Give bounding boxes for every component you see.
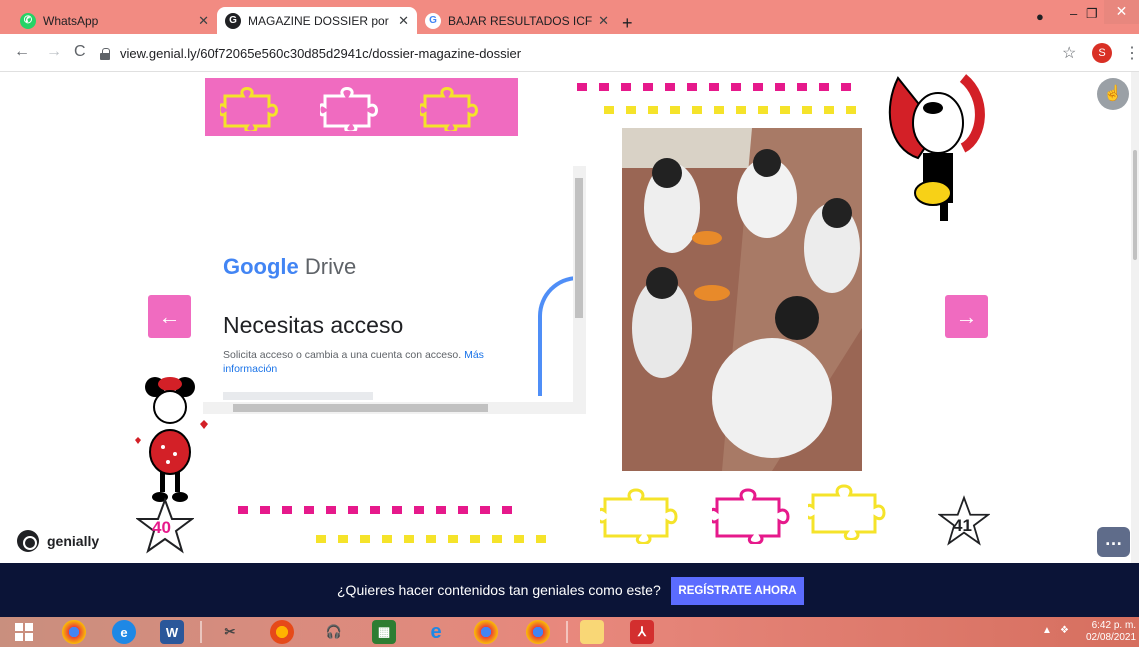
tab-magazine-dossier[interactable]: G MAGAZINE DOSSIER por sandra ✕ — [217, 7, 417, 34]
goofy-illustration — [888, 74, 985, 221]
windows-start-icon[interactable] — [12, 620, 36, 644]
genially-icon: G — [225, 12, 241, 29]
puzzle-piece-icon — [712, 488, 790, 544]
address-bar[interactable]: view.genial.ly/60f72065e560c30d85d2941c/… — [100, 39, 1080, 67]
windows-taskbar: e W ✂ 🎧 ▦ e ⅄ ▲ ❖ 6:42 p. m. 02/08/2021 — [0, 617, 1139, 647]
acrobat-icon[interactable]: ⅄ — [630, 620, 654, 644]
page-scroll-thumb[interactable] — [1133, 150, 1137, 260]
genially-logo-text: genially — [47, 533, 100, 549]
tab-strip: ✆ WhatsApp ✕ G MAGAZINE DOSSIER por sand… — [0, 0, 1139, 34]
bookmark-star-icon[interactable]: ☆ — [1062, 43, 1076, 63]
profile-avatar[interactable]: S — [1092, 43, 1112, 63]
internet-explorer-icon[interactable]: e — [112, 620, 136, 644]
genially-logo-icon — [17, 530, 39, 552]
page-scrollbar[interactable] — [1131, 72, 1139, 563]
pink-dotted-line — [577, 83, 851, 91]
access-heading: Necesitas acceso — [223, 312, 404, 338]
embed-scroll-thumb[interactable] — [575, 178, 583, 318]
browser-toolbar: ← → C view.genial.ly/60f72065e560c30d85d… — [0, 34, 1139, 72]
puzzle-piece-icon — [600, 488, 678, 544]
register-button[interactable]: REGÍSTRATE AHORA — [671, 577, 804, 605]
tab-title: BAJAR RESULTADOS ICFES - Bus — [448, 13, 593, 28]
file-explorer-icon[interactable] — [580, 620, 604, 644]
window-close-button[interactable]: ✕ — [1104, 0, 1139, 24]
drive-logo-text: Drive — [304, 254, 357, 279]
word-icon[interactable]: W — [160, 620, 184, 644]
page-number-right: 41 — [953, 516, 972, 535]
restore-button[interactable]: ❐ — [1086, 6, 1098, 22]
system-clock[interactable]: 6:42 p. m. 02/08/2021 — [1086, 620, 1136, 644]
clock-time: 6:42 p. m. — [1091, 620, 1137, 631]
share-icon[interactable]: ☝ — [1097, 78, 1129, 110]
snipping-tool-icon[interactable]: ✂ — [218, 620, 242, 644]
close-icon[interactable]: ✕ — [598, 13, 609, 29]
embed-hscroll-thumb[interactable] — [233, 404, 488, 412]
headphones-icon[interactable]: 🎧 — [322, 620, 346, 644]
chrome-icon[interactable] — [62, 620, 86, 644]
google-icon: G — [425, 12, 441, 29]
access-description: Solicita acceso o cambia a una cuenta co… — [223, 349, 484, 375]
chrome-active-icon[interactable] — [526, 620, 550, 644]
forward-button[interactable]: → — [46, 43, 62, 61]
taskbar-separator — [566, 621, 568, 643]
minnie-illustration — [135, 377, 208, 502]
google-logo-text: Google — [223, 254, 299, 279]
yellow-dotted-line — [604, 106, 856, 114]
signup-banner: ¿Quieres hacer contenidos tan geniales c… — [0, 563, 1139, 617]
browser-menu-button[interactable]: ⋮ — [1124, 43, 1139, 63]
extension-icon[interactable]: ● — [1036, 9, 1044, 24]
url-text: view.genial.ly/60f72065e560c30d85d2941c/… — [120, 45, 522, 61]
placeholder-bar — [223, 392, 373, 400]
dropbox-icon[interactable]: ❖ — [1060, 625, 1069, 636]
puzzle-piece-icon — [808, 484, 886, 540]
prev-page-button[interactable]: ← — [148, 295, 191, 338]
google-drive-embed: Google Drive Necesitas acceso Solicita a… — [203, 166, 586, 414]
chrome-profile-icon[interactable] — [474, 620, 498, 644]
page-number-left: 40 — [152, 518, 171, 537]
tab-icfes[interactable]: G BAJAR RESULTADOS ICFES - Bus ✕ — [417, 7, 617, 34]
new-tab-button[interactable]: + — [622, 13, 633, 34]
clock-date: 02/08/2021 — [1086, 632, 1137, 643]
close-icon[interactable]: ✕ — [398, 13, 409, 29]
pink-dotted-line — [238, 506, 512, 514]
puzzle-piece-icon — [420, 87, 478, 131]
back-button[interactable]: ← — [14, 43, 30, 61]
genially-logo[interactable]: genially — [17, 530, 99, 552]
firefox-icon[interactable] — [270, 620, 294, 644]
tab-title: MAGAZINE DOSSIER por sandra — [248, 13, 392, 28]
google-drive-logo: Google Drive — [223, 254, 356, 280]
yellow-dotted-line — [316, 535, 546, 543]
reload-button[interactable]: C — [74, 43, 86, 61]
tab-title: WhatsApp — [43, 13, 99, 28]
taskbar-separator — [200, 621, 202, 643]
cta-text: ¿Quieres hacer contenidos tan geniales c… — [337, 582, 661, 598]
lock-icon — [100, 47, 110, 60]
next-page-button[interactable]: → — [945, 295, 988, 338]
decorative-illustration — [538, 276, 578, 396]
minimize-button[interactable]: – — [1070, 6, 1077, 21]
close-icon[interactable]: ✕ — [198, 13, 209, 29]
whatsapp-icon: ✆ — [20, 12, 36, 29]
tray-arrow-icon[interactable]: ▲ — [1042, 625, 1052, 636]
puzzle-piece-icon — [220, 87, 278, 131]
more-options-button[interactable]: … — [1097, 527, 1130, 557]
genially-slide: ← → Google Drive Necesitas acceso Solici… — [0, 72, 1139, 563]
students-photo — [622, 128, 862, 471]
edge-icon[interactable]: e — [424, 620, 448, 644]
puzzle-piece-icon — [320, 87, 378, 131]
store-icon[interactable]: ▦ — [372, 620, 396, 644]
tab-whatsapp[interactable]: ✆ WhatsApp ✕ — [12, 7, 217, 34]
puzzle-banner — [205, 78, 518, 136]
